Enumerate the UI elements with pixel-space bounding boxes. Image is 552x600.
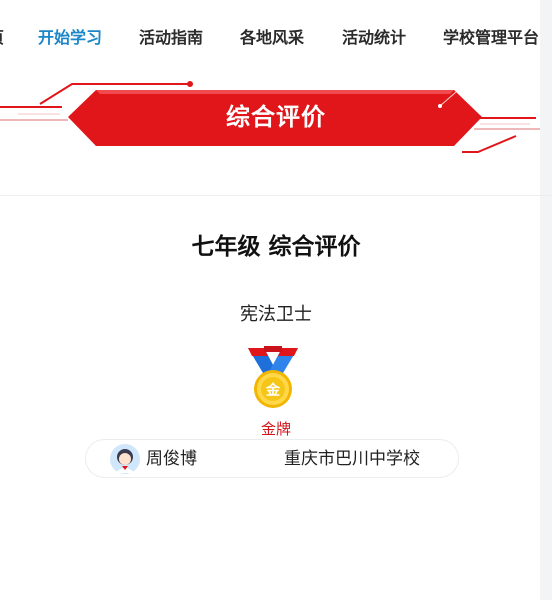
- award-name: 宪法卫士: [240, 304, 312, 325]
- nav-item-start-learning[interactable]: 开始学习: [38, 26, 102, 50]
- nav-item-home[interactable]: 首页: [0, 26, 4, 50]
- page: 首页 开始学习 活动指南 各地风采 活动统计 学校管理平台 综合评价: [0, 0, 552, 600]
- top-nav: 首页 开始学习 活动指南 各地风采 活动统计 学校管理平台: [0, 0, 552, 76]
- nav-item-school-platform[interactable]: 学校管理平台: [443, 26, 539, 50]
- nav-item-activity-stats[interactable]: 活动统计: [342, 26, 406, 50]
- gold-medal-icon: 金: [248, 346, 298, 408]
- school-name: 重庆市巴川中学校: [284, 449, 420, 469]
- student-name: 周俊博: [146, 449, 197, 469]
- student-avatar-icon: [110, 444, 140, 474]
- student-info-card: 周俊博 重庆市巴川中学校: [85, 439, 459, 478]
- medal-glyph: 金: [265, 382, 281, 399]
- grade-title: 七年级 综合评价: [191, 234, 361, 260]
- nav-item-activity-guide[interactable]: 活动指南: [139, 26, 203, 50]
- banner-title: 综合评价: [226, 103, 326, 131]
- section-banner: 综合评价: [0, 76, 552, 162]
- nav-item-regional-showcase[interactable]: 各地风采: [240, 26, 304, 50]
- section-divider: [0, 195, 552, 196]
- medal-label: 金牌: [260, 420, 291, 438]
